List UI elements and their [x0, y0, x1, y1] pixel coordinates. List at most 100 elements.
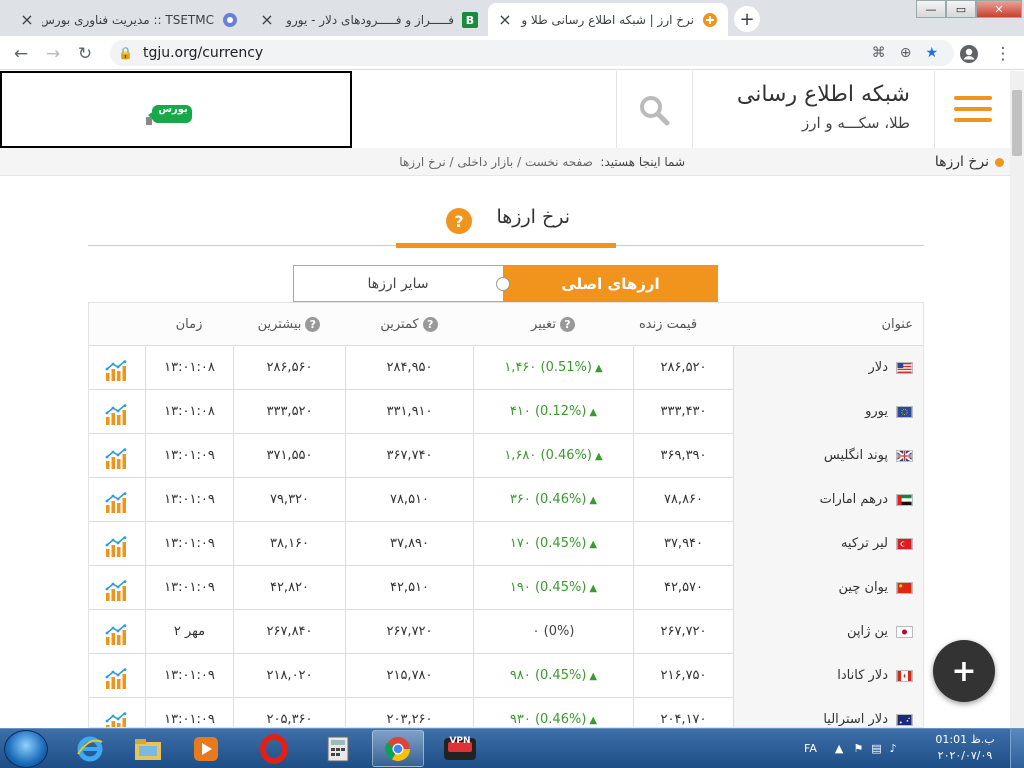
chart-link[interactable] [89, 654, 145, 698]
table-row[interactable]: ین ژاپن ۲۶۷,۷۲۰ ۰ (0%) ۲۶۷,۷۲۰ ۲۶۷,۸۴۰ ۲ مهر [89, 610, 923, 654]
start-button[interactable] [4, 730, 48, 768]
search-icon[interactable] [636, 92, 672, 128]
tray-arrow-icon[interactable]: ▲ [835, 742, 843, 755]
tab-tsetmc[interactable]: TSETMC :: مدیریت فناوری بورس تهران × [10, 3, 248, 36]
show-desktop-button[interactable] [1010, 729, 1024, 768]
chart-link[interactable] [89, 478, 145, 522]
new-tab-button[interactable]: + [734, 6, 760, 32]
help-icon[interactable]: ? [305, 317, 321, 332]
taskbar-calculator-icon[interactable] [312, 730, 364, 767]
chart-link[interactable] [89, 434, 145, 478]
tab-close-icon[interactable]: × [498, 10, 512, 29]
currency-name[interactable]: لیر ترکیه [733, 522, 923, 566]
kebab-menu-icon[interactable]: ⋮ [992, 43, 1014, 65]
table-row[interactable]: دلار استرالیا ۲۰۴,۱۷۰ ▲۹۳۰ (0.46%) ۲۰۳,۲۶۰ ۲… [89, 698, 923, 727]
breadcrumb-market[interactable]: بازار داخلی [457, 155, 513, 169]
chart-link[interactable] [89, 610, 145, 654]
chart-icon[interactable] [105, 489, 129, 513]
add-fab-button[interactable]: + [933, 640, 995, 702]
table-row[interactable]: دلار کانادا ۲۱۶,۷۵۰ ▲۹۸۰ (0.45%) ۲۱۵,۷۸۰ ۲۱۸… [89, 654, 923, 698]
currency-name-label: ین ژاپن [846, 624, 888, 639]
table-row[interactable]: پوند انگلیس ۳۶۹,۳۹۰ ▲۱,۶۸۰ (0.46%) ۳۶۷,۷۴۰ ۳… [89, 434, 923, 478]
back-arrow-icon[interactable]: ← [10, 43, 32, 65]
window-controls: — ▭ ✕ [916, 0, 1022, 18]
header-high[interactable]: ?بیشترین [233, 303, 345, 346]
brand-title[interactable]: شبکه اطلاع رسانی [700, 82, 910, 107]
action-center-icon[interactable]: ⚑ [853, 742, 863, 755]
breadcrumb-home[interactable]: صفحه نخست [525, 155, 593, 169]
flag-ae-icon [896, 493, 913, 506]
bookmark-star-icon[interactable]: ★ [925, 45, 938, 61]
breadcrumb-current[interactable]: نرخ ارزها [399, 155, 445, 169]
chart-link[interactable] [89, 566, 145, 610]
tab-close-icon[interactable]: × [20, 10, 34, 29]
forward-arrow-icon[interactable]: → [42, 43, 64, 65]
scrollbar-thumb[interactable] [1012, 90, 1022, 156]
currency-name-label: پوند انگلیس [823, 448, 888, 463]
taskbar-chrome-icon[interactable] [372, 730, 424, 767]
arrow-up-icon: ▲ [594, 451, 603, 462]
header-time[interactable]: زمان [145, 303, 233, 346]
address-bar[interactable]: 🔒 tgju.org/currency ⌘ ⊕ ★ [110, 40, 954, 66]
tab-main-currencies[interactable]: ارزهای اصلی [503, 265, 718, 302]
chart-icon[interactable] [105, 709, 129, 727]
chart-icon[interactable] [105, 577, 129, 601]
currency-name[interactable]: ین ژاپن [733, 610, 923, 654]
table-row[interactable]: یوان چین ۴۲,۵۷۰ ▲۱۹۰ (0.45%) ۴۲,۵۱۰ ۴۲,۸۲۰ ۱۳… [89, 566, 923, 610]
zoom-icon[interactable]: ⊕ [900, 45, 912, 61]
chart-icon[interactable] [105, 357, 129, 381]
chart-link[interactable] [89, 522, 145, 566]
chart-link[interactable] [89, 698, 145, 727]
volume-icon[interactable]: ♪ [890, 742, 897, 755]
tab-close-icon[interactable]: × [260, 10, 274, 29]
currency-name[interactable]: دلار کانادا [733, 654, 923, 698]
chart-icon[interactable] [105, 401, 129, 425]
toggle-knob[interactable] [496, 277, 510, 291]
taskbar-vpn-icon[interactable]: VPN [434, 730, 486, 767]
help-icon[interactable]: ? [446, 208, 472, 234]
taskbar-clock[interactable]: 01:01 ب.ظ ۲۰۲۰/۰۷/۰۹ [930, 732, 1000, 764]
translate-icon[interactable]: ⌘ [872, 45, 886, 61]
header-title[interactable]: عنوان [733, 303, 923, 346]
header-low[interactable]: ?کمترین [345, 303, 473, 346]
table-row[interactable]: درهم امارات ۷۸,۸۶۰ ▲۳۶۰ (0.46%) ۷۸,۵۱۰ ۷۹,۳۲… [89, 478, 923, 522]
tab-tgju-currency[interactable]: نرخ ارز | شبکه اطلاع رسانی طلا و ارز × [488, 3, 728, 36]
taskbar-ie-icon[interactable] [64, 730, 116, 767]
chart-icon[interactable] [105, 445, 129, 469]
profile-icon[interactable] [958, 43, 980, 65]
help-icon[interactable]: ? [422, 317, 438, 332]
maximize-button[interactable]: ▭ [946, 0, 976, 18]
chart-icon[interactable] [105, 665, 129, 689]
clock-date: ۲۰۲۰/۰۷/۰۹ [937, 749, 993, 762]
low-price: ۳۳۱,۹۱۰ [345, 390, 473, 434]
minimize-button[interactable]: — [916, 0, 946, 18]
low-price: ۲۸۴,۹۵۰ [345, 346, 473, 390]
language-indicator[interactable]: FA [804, 742, 817, 755]
chart-link[interactable] [89, 390, 145, 434]
taskbar-opera-icon[interactable] [248, 730, 300, 767]
hamburger-menu-icon[interactable] [954, 96, 992, 124]
currency-name[interactable]: یوان چین [733, 566, 923, 610]
tab-dollar-euro[interactable]: B فـــــراز و فـــــرودهای دلار - یورو -… [250, 3, 488, 36]
close-window-button[interactable]: ✕ [976, 0, 1022, 18]
header-change[interactable]: ?تغییر [473, 303, 633, 346]
tab-other-currencies[interactable]: سایر ارزها [293, 265, 503, 302]
chart-link[interactable] [89, 346, 145, 390]
table-row[interactable]: لیر ترکیه ۳۷,۹۴۰ ▲۱۷۰ (0.45%) ۳۷,۸۹۰ ۳۸,۱۶۰ ۱… [89, 522, 923, 566]
currency-name[interactable]: دلار استرالیا [733, 698, 923, 727]
table-row[interactable]: دلار ۲۸۶,۵۲۰ ▲۱,۴۶۰ (0.51%) ۲۸۴,۹۵۰ ۲۸۶,۵۶۰ ۱… [89, 346, 923, 390]
currency-name[interactable]: دلار [733, 346, 923, 390]
live-price: ۷۸,۸۶۰ [633, 478, 733, 522]
page-scrollbar[interactable] [1010, 71, 1024, 728]
help-icon[interactable]: ? [559, 317, 575, 332]
taskbar-media-player-icon[interactable] [180, 730, 232, 767]
currency-name[interactable]: یورو [733, 390, 923, 434]
chart-icon[interactable] [105, 621, 129, 645]
network-icon[interactable]: ▤ [871, 742, 881, 755]
reload-icon[interactable]: ↻ [74, 43, 96, 65]
taskbar-explorer-icon[interactable] [122, 730, 174, 767]
currency-name[interactable]: درهم امارات [733, 478, 923, 522]
chart-icon[interactable] [105, 533, 129, 557]
currency-name[interactable]: پوند انگلیس [733, 434, 923, 478]
table-row[interactable]: یورو ۳۳۳,۴۳۰ ▲۴۱۰ (0.12%) ۳۳۱,۹۱۰ ۳۳۳,۵۲۰ ۱۳:… [89, 390, 923, 434]
